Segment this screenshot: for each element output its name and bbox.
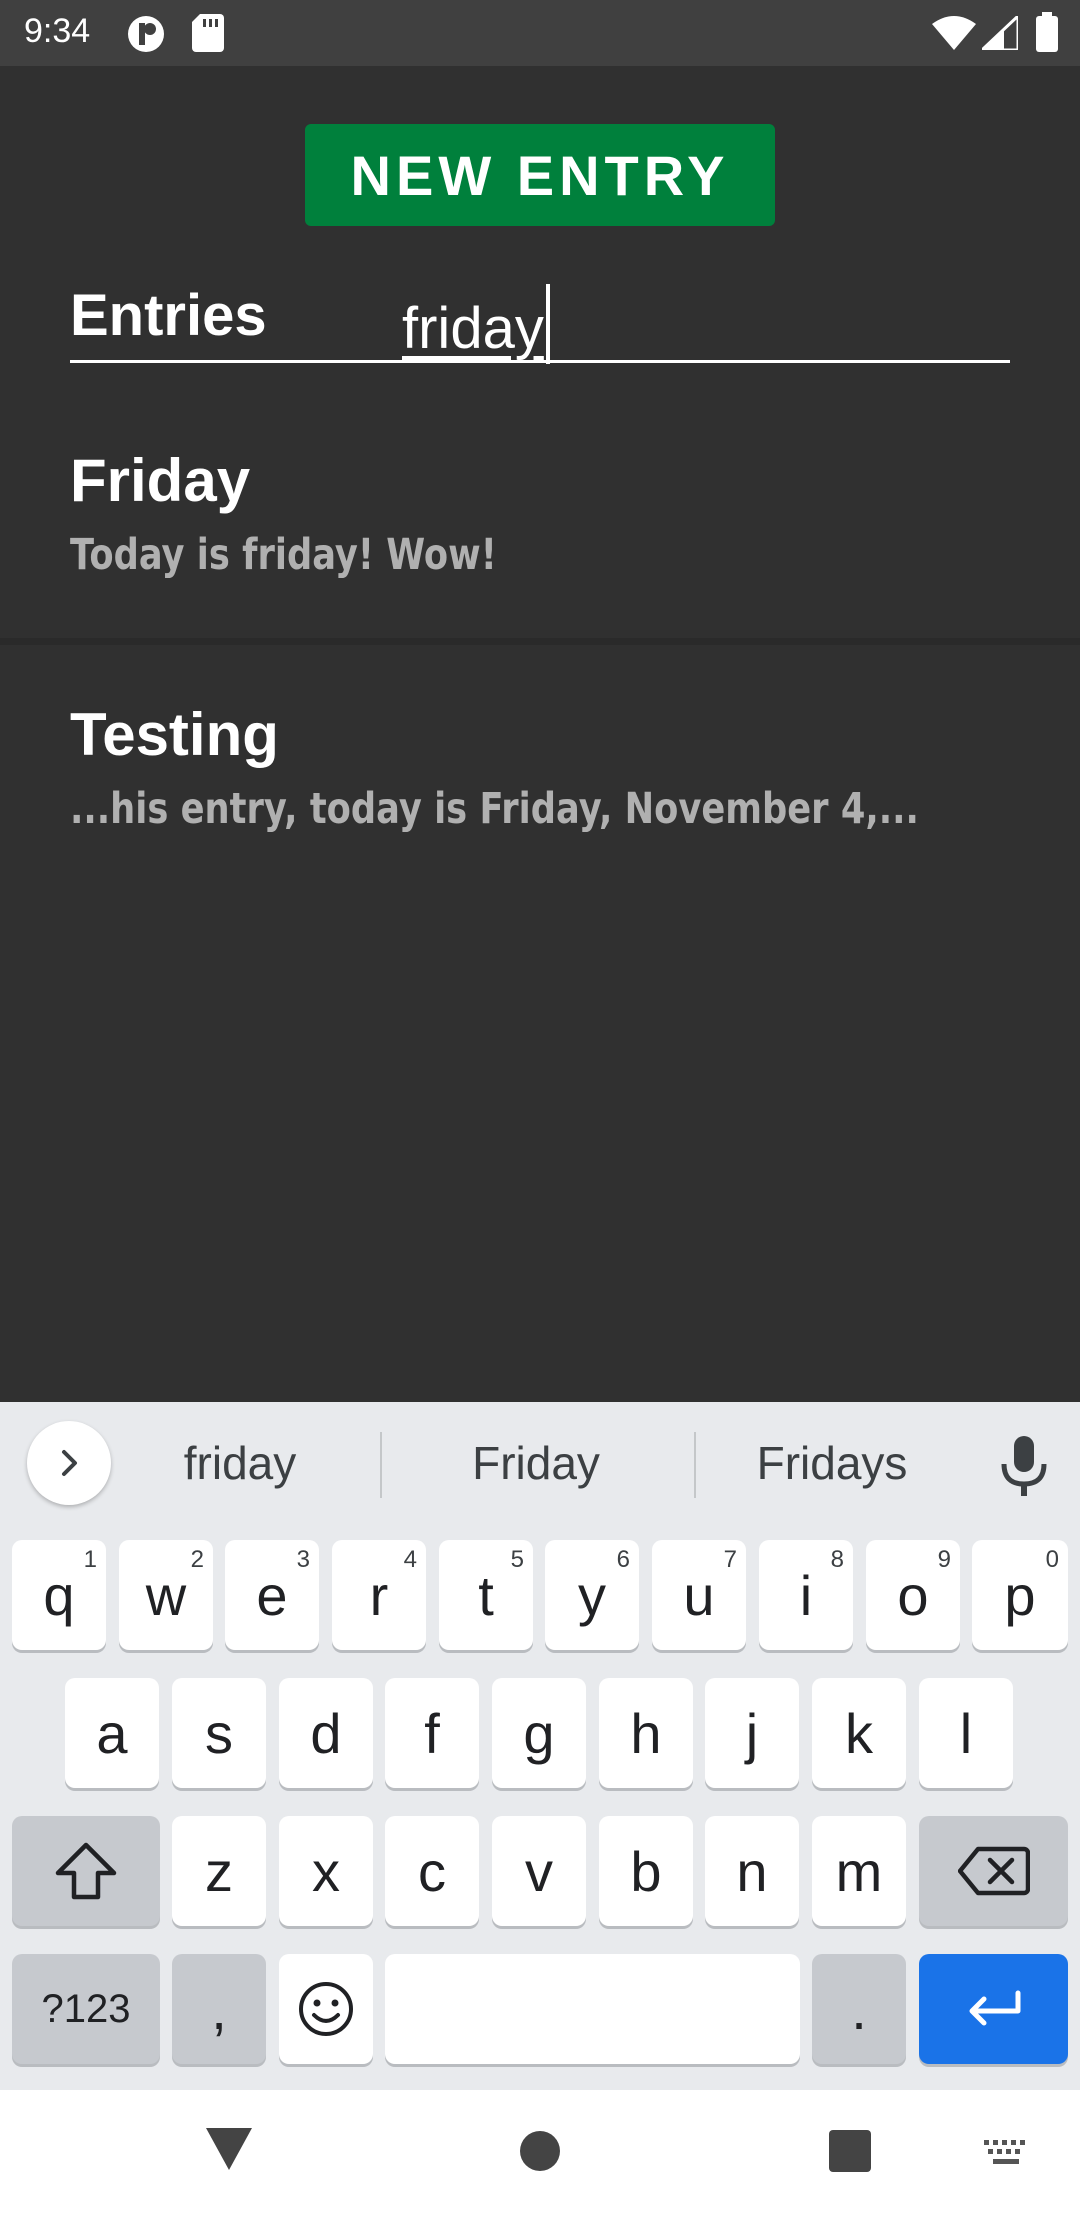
back-nav-icon[interactable] [206, 2128, 252, 2170]
suggestion-separator [694, 1432, 696, 1498]
search-input-value: friday [402, 296, 544, 361]
key-s[interactable]: s [172, 1678, 266, 1788]
space-bar[interactable] [385, 1954, 800, 2064]
key-hint: 2 [190, 1546, 204, 1573]
key-k[interactable]: k [812, 1678, 906, 1788]
key-a[interactable]: a [65, 1678, 159, 1788]
key-hint: 0 [1045, 1546, 1059, 1573]
period-key[interactable]: . [812, 1954, 906, 2064]
key-z[interactable]: z [172, 1816, 266, 1926]
key-label: w [145, 1563, 187, 1627]
key-hint: 5 [510, 1546, 524, 1573]
microphone-icon[interactable] [996, 1434, 1052, 1498]
navigation-bar [0, 2090, 1080, 2220]
key-w[interactable]: w2 [119, 1540, 213, 1650]
key-hint: 6 [616, 1546, 630, 1573]
suggestion-3[interactable]: Fridays [722, 1436, 942, 1490]
suggestion-separator [380, 1432, 382, 1498]
cell-signal-icon [982, 16, 1018, 50]
key-n[interactable]: n [705, 1816, 799, 1926]
symbols-key[interactable]: ?123 [12, 1954, 160, 2064]
key-hint: 8 [830, 1546, 844, 1573]
key-label: u [683, 1563, 715, 1627]
soft-keyboard: friday Friday Fridays q1 w2 e3 r4 t5 y6 … [0, 1402, 1080, 2090]
entry-snippet: ...his entry, today is Friday, November … [70, 784, 919, 834]
key-l[interactable]: l [919, 1678, 1013, 1788]
search-input[interactable]: friday [402, 284, 550, 364]
key-r[interactable]: r4 [332, 1540, 426, 1650]
key-label: t [478, 1563, 494, 1627]
key-i[interactable]: i8 [759, 1540, 853, 1650]
key-c[interactable]: c [385, 1816, 479, 1926]
status-bar: 9:34 [0, 0, 1080, 66]
home-nav-icon[interactable] [519, 2130, 561, 2172]
key-label: r [369, 1563, 389, 1627]
key-hint: 9 [937, 1546, 951, 1573]
suggestion-2[interactable]: Friday [420, 1436, 652, 1490]
expand-toolbar-button[interactable] [27, 1421, 111, 1505]
sd-card-icon [192, 14, 224, 52]
chevron-right-icon [62, 1450, 77, 1476]
backspace-icon [957, 1846, 1030, 1896]
key-v[interactable]: v [492, 1816, 586, 1926]
key-o[interactable]: o9 [866, 1540, 960, 1650]
key-label: o [897, 1563, 929, 1627]
enter-arrow-icon [969, 1990, 1020, 2026]
key-label: e [256, 1563, 288, 1627]
emoji-icon [299, 1982, 353, 2036]
app-notification-icon [128, 16, 164, 52]
suggestion-1[interactable]: friday [140, 1436, 340, 1490]
key-y[interactable]: y6 [545, 1540, 639, 1650]
keyboard-switch-icon[interactable] [984, 2140, 1028, 2168]
key-label: p [1004, 1563, 1036, 1627]
key-label: i [799, 1563, 813, 1627]
entries-label: Entries [70, 283, 267, 348]
key-q[interactable]: q1 [12, 1540, 106, 1650]
key-x[interactable]: x [279, 1816, 373, 1926]
key-hint: 3 [296, 1546, 310, 1573]
emoji-key[interactable] [279, 1954, 373, 2064]
battery-icon [1036, 12, 1058, 52]
key-d[interactable]: d [279, 1678, 373, 1788]
shift-key[interactable] [12, 1816, 160, 1926]
key-e[interactable]: e3 [225, 1540, 319, 1650]
list-item[interactable]: Testing ...his entry, today is Friday, N… [0, 700, 1080, 955]
recents-nav-icon[interactable] [829, 2130, 871, 2172]
key-label: q [43, 1563, 75, 1627]
list-item[interactable]: Friday Today is friday! Wow! [0, 446, 1080, 701]
key-t[interactable]: t5 [439, 1540, 533, 1650]
key-label: y [578, 1563, 606, 1627]
key-hint: 4 [403, 1546, 417, 1573]
key-m[interactable]: m [812, 1816, 906, 1926]
key-f[interactable]: f [385, 1678, 479, 1788]
key-h[interactable]: h [599, 1678, 693, 1788]
key-g[interactable]: g [492, 1678, 586, 1788]
shift-arrow-icon [55, 1842, 117, 1900]
search-row: Entries friday [70, 262, 1010, 364]
key-hint: 1 [83, 1546, 97, 1573]
enter-key[interactable] [919, 1954, 1068, 2064]
entry-title: Testing [70, 701, 279, 768]
list-divider [0, 638, 1080, 645]
entry-title: Friday [70, 447, 251, 514]
wifi-icon [932, 16, 976, 50]
new-entry-button[interactable]: NEW ENTRY [305, 124, 775, 226]
backspace-key[interactable] [919, 1816, 1068, 1926]
comma-key[interactable]: , [172, 1954, 266, 2064]
key-u[interactable]: u7 [652, 1540, 746, 1650]
suggestion-strip: friday Friday Fridays [0, 1402, 1080, 1528]
key-b[interactable]: b [599, 1816, 693, 1926]
key-j[interactable]: j [705, 1678, 799, 1788]
status-time: 9:34 [24, 12, 91, 50]
key-hint: 7 [723, 1546, 737, 1573]
key-p[interactable]: p0 [972, 1540, 1068, 1650]
text-cursor [545, 284, 550, 364]
entry-snippet: Today is friday! Wow! [70, 530, 497, 580]
